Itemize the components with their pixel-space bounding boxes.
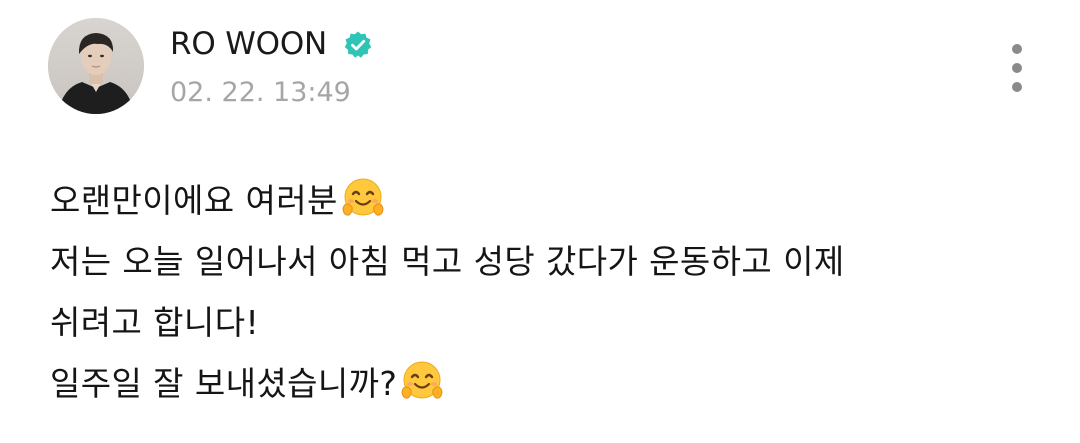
post-body: 오랜만이에요 여러분 저는 오늘 일어나서 아침 먹고 성당 갔다가 운동하고 … — [50, 170, 1040, 414]
more-vertical-icon-dot — [1012, 63, 1022, 73]
post-line-4: 일주일 잘 보내셨습니까? — [50, 353, 1040, 414]
verified-badge-icon — [344, 31, 372, 58]
avatar[interactable] — [48, 18, 144, 114]
post-line-1: 오랜만이에요 여러분 — [50, 170, 1040, 231]
post-line-2: 저는 오늘 일어나서 아침 먹고 성당 갔다가 운동하고 이제 — [50, 242, 845, 281]
hugging-face-icon — [342, 178, 384, 216]
more-options-button[interactable] — [1003, 42, 1031, 94]
post-text: 오랜만이에요 여러분 — [50, 181, 338, 220]
more-vertical-icon-dot — [1012, 82, 1022, 92]
post-line-3: 쉬려고 합니다! — [50, 303, 260, 342]
post-timestamp: 02. 22. 13:49 — [170, 77, 351, 108]
author-name[interactable]: RO WOON — [170, 24, 327, 64]
profile-photo — [48, 18, 144, 114]
post-text: 일주일 잘 보내셨습니까? — [50, 364, 398, 403]
more-vertical-icon — [1012, 44, 1022, 54]
post-header: RO WOON 02. 22. 13:49 — [48, 18, 1038, 118]
hugging-face-icon — [401, 361, 443, 399]
